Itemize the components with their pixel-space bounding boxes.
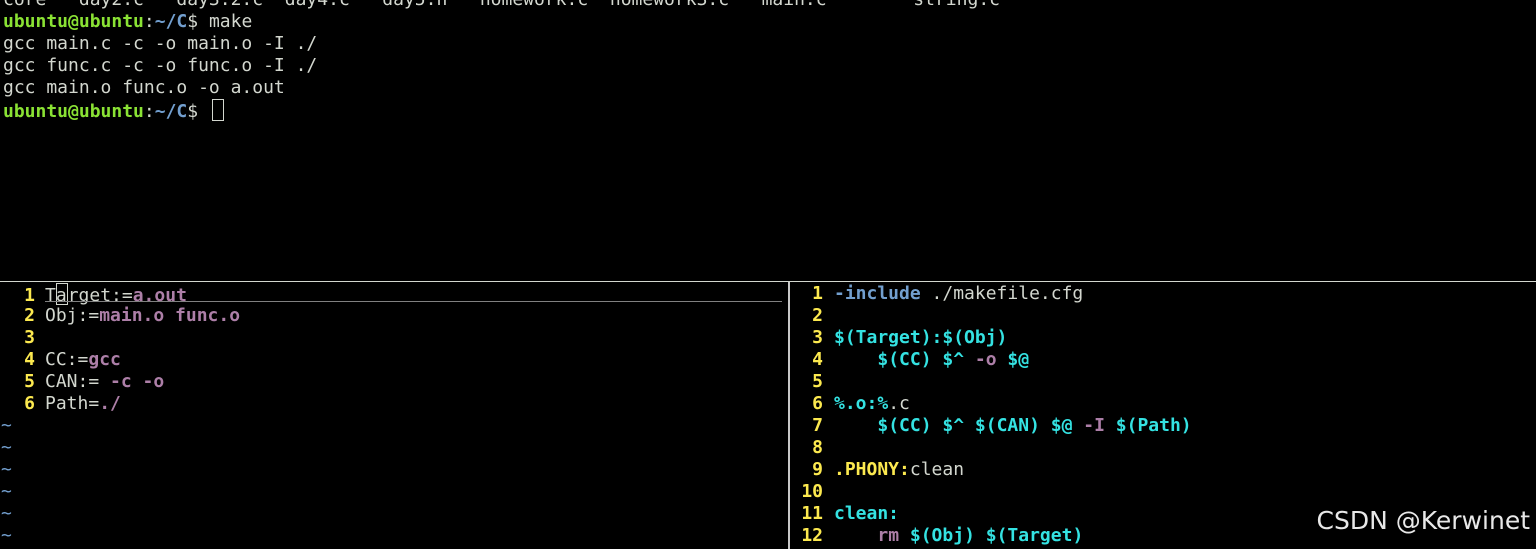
prompt-colon: : <box>143 11 155 32</box>
line-number: 4 <box>24 349 35 370</box>
line-number: 7 <box>812 415 823 436</box>
editor-line[interactable]: 10 <box>791 481 1536 503</box>
code-variable: $@ <box>996 349 1030 370</box>
prompt-colon: : <box>143 101 155 122</box>
code-text: CAN:= <box>45 371 111 392</box>
code-text: Path= <box>45 393 100 414</box>
tilde-line: ~ <box>1 415 12 436</box>
code-value: ./ <box>99 393 121 414</box>
line-number: 2 <box>24 305 35 326</box>
editor-line[interactable]: 3 $(Target):$(Obj) <box>791 327 1536 349</box>
terminal-cursor[interactable] <box>211 99 224 121</box>
prompt-user: ubuntu@ubuntu <box>3 101 144 122</box>
line-number: 6 <box>812 393 823 414</box>
output-line: gcc main.o func.o -o a.out <box>3 77 285 98</box>
line-number: 9 <box>812 459 823 480</box>
editor-line[interactable]: 7 $(CC) $^ $(CAN) $@ -I $(Path) <box>791 415 1536 437</box>
code-target: $(Target):$(Obj) <box>834 327 1008 348</box>
tilde-line: ~ <box>1 503 12 524</box>
line-number: 8 <box>812 437 823 458</box>
editor-line[interactable]: 4 CC:=gcc <box>0 349 788 371</box>
command-text: make <box>208 11 253 32</box>
code-command: rm <box>877 525 900 546</box>
editor-pane-left[interactable]: 1 Target:=a.out 2 Obj:=main.o func.o 3 4 CC… <box>0 283 788 549</box>
line-number: 10 <box>801 481 823 502</box>
code-variable: $(CC) $^ <box>877 349 975 370</box>
code-target: %.o:% <box>834 393 889 414</box>
tilde-line: ~ <box>1 437 12 458</box>
watermark: CSDN @Kerwinet <box>1316 506 1530 535</box>
prompt-line[interactable]: ubuntu@ubuntu:~/C$ <box>3 99 1533 122</box>
code-flag: -o <box>974 349 997 370</box>
code-flag: -I <box>1083 415 1105 436</box>
editor-line[interactable]: 4 $(CC) $^ -o $@ <box>791 349 1536 371</box>
tilde-line: ~ <box>1 481 12 502</box>
line-number: 4 <box>812 349 823 370</box>
pane-divider-vertical[interactable] <box>788 282 790 549</box>
prompt-line: ubuntu@ubuntu:~/C$ make <box>3 11 1533 33</box>
code-text: .c <box>888 393 910 414</box>
line-number: 3 <box>24 327 35 348</box>
line-number: 6 <box>24 393 35 414</box>
output-line: gcc func.c -c -o func.o -I ./ <box>3 55 318 76</box>
code-text: ./makefile.cfg <box>920 283 1084 304</box>
pane-divider-horizontal[interactable] <box>0 281 1536 282</box>
code-value: gcc <box>88 349 121 370</box>
code-target: clean: <box>834 503 900 524</box>
tilde-line: ~ <box>1 459 12 480</box>
prompt-path: ~/C <box>154 11 188 32</box>
line-number: 5 <box>812 371 823 392</box>
editor-line[interactable]: 2 <box>791 305 1536 327</box>
code-text: clean <box>909 459 965 480</box>
code-value: -c -o <box>110 371 165 392</box>
code-variable: $(Obj) $(Target) <box>899 525 1084 546</box>
code-variable: $(Path) <box>1104 415 1192 436</box>
editor-line[interactable]: 2 Obj:=main.o func.o <box>0 305 788 327</box>
code-text: rget:= <box>67 285 133 306</box>
line-number: 1 <box>24 285 35 306</box>
editor-line[interactable]: 6 Path=./ <box>0 393 788 415</box>
line-number: 11 <box>801 503 823 524</box>
line-number: 2 <box>812 305 823 326</box>
line-number: 12 <box>801 525 823 546</box>
code-special-target: .PHONY: <box>834 459 910 480</box>
prompt-dollar: $ <box>187 11 209 32</box>
prompt-path: ~/C <box>154 101 188 122</box>
editor-line[interactable]: 1 -include ./makefile.cfg <box>791 283 1536 305</box>
line-number: 1 <box>812 283 823 304</box>
code-text: Obj:= <box>45 305 100 326</box>
editor-line[interactable]: 9 .PHONY:clean <box>791 459 1536 481</box>
line-number: 3 <box>812 327 823 348</box>
output-line: gcc main.c -c -o main.o -I ./ <box>3 33 318 54</box>
terminal-output: core day2.c day3.2.c day4.c day5.h homew… <box>3 0 1533 280</box>
code-directive: -include <box>834 283 921 304</box>
editor-line[interactable]: 5 CAN:= -c -o <box>0 371 788 393</box>
cursor-line-underline <box>45 301 782 302</box>
code-value: main.o func.o <box>99 305 241 326</box>
editor-line[interactable]: 5 <box>791 371 1536 393</box>
tilde-line: ~ <box>1 525 12 546</box>
editor-line[interactable]: 8 <box>791 437 1536 459</box>
editor-line[interactable]: 6 %.o:%.c <box>791 393 1536 415</box>
ls-line: core day2.c day3.2.c day4.c day5.h homew… <box>3 0 1533 11</box>
prompt-user: ubuntu@ubuntu <box>3 11 144 32</box>
code-variable: $(CC) $^ $(CAN) $@ <box>877 415 1084 436</box>
prompt-dollar: $ <box>187 101 209 122</box>
code-text: CC:= <box>45 349 89 370</box>
code-value: a.out <box>132 285 187 306</box>
editor-line[interactable]: 3 <box>0 327 788 349</box>
line-number: 5 <box>24 371 35 392</box>
